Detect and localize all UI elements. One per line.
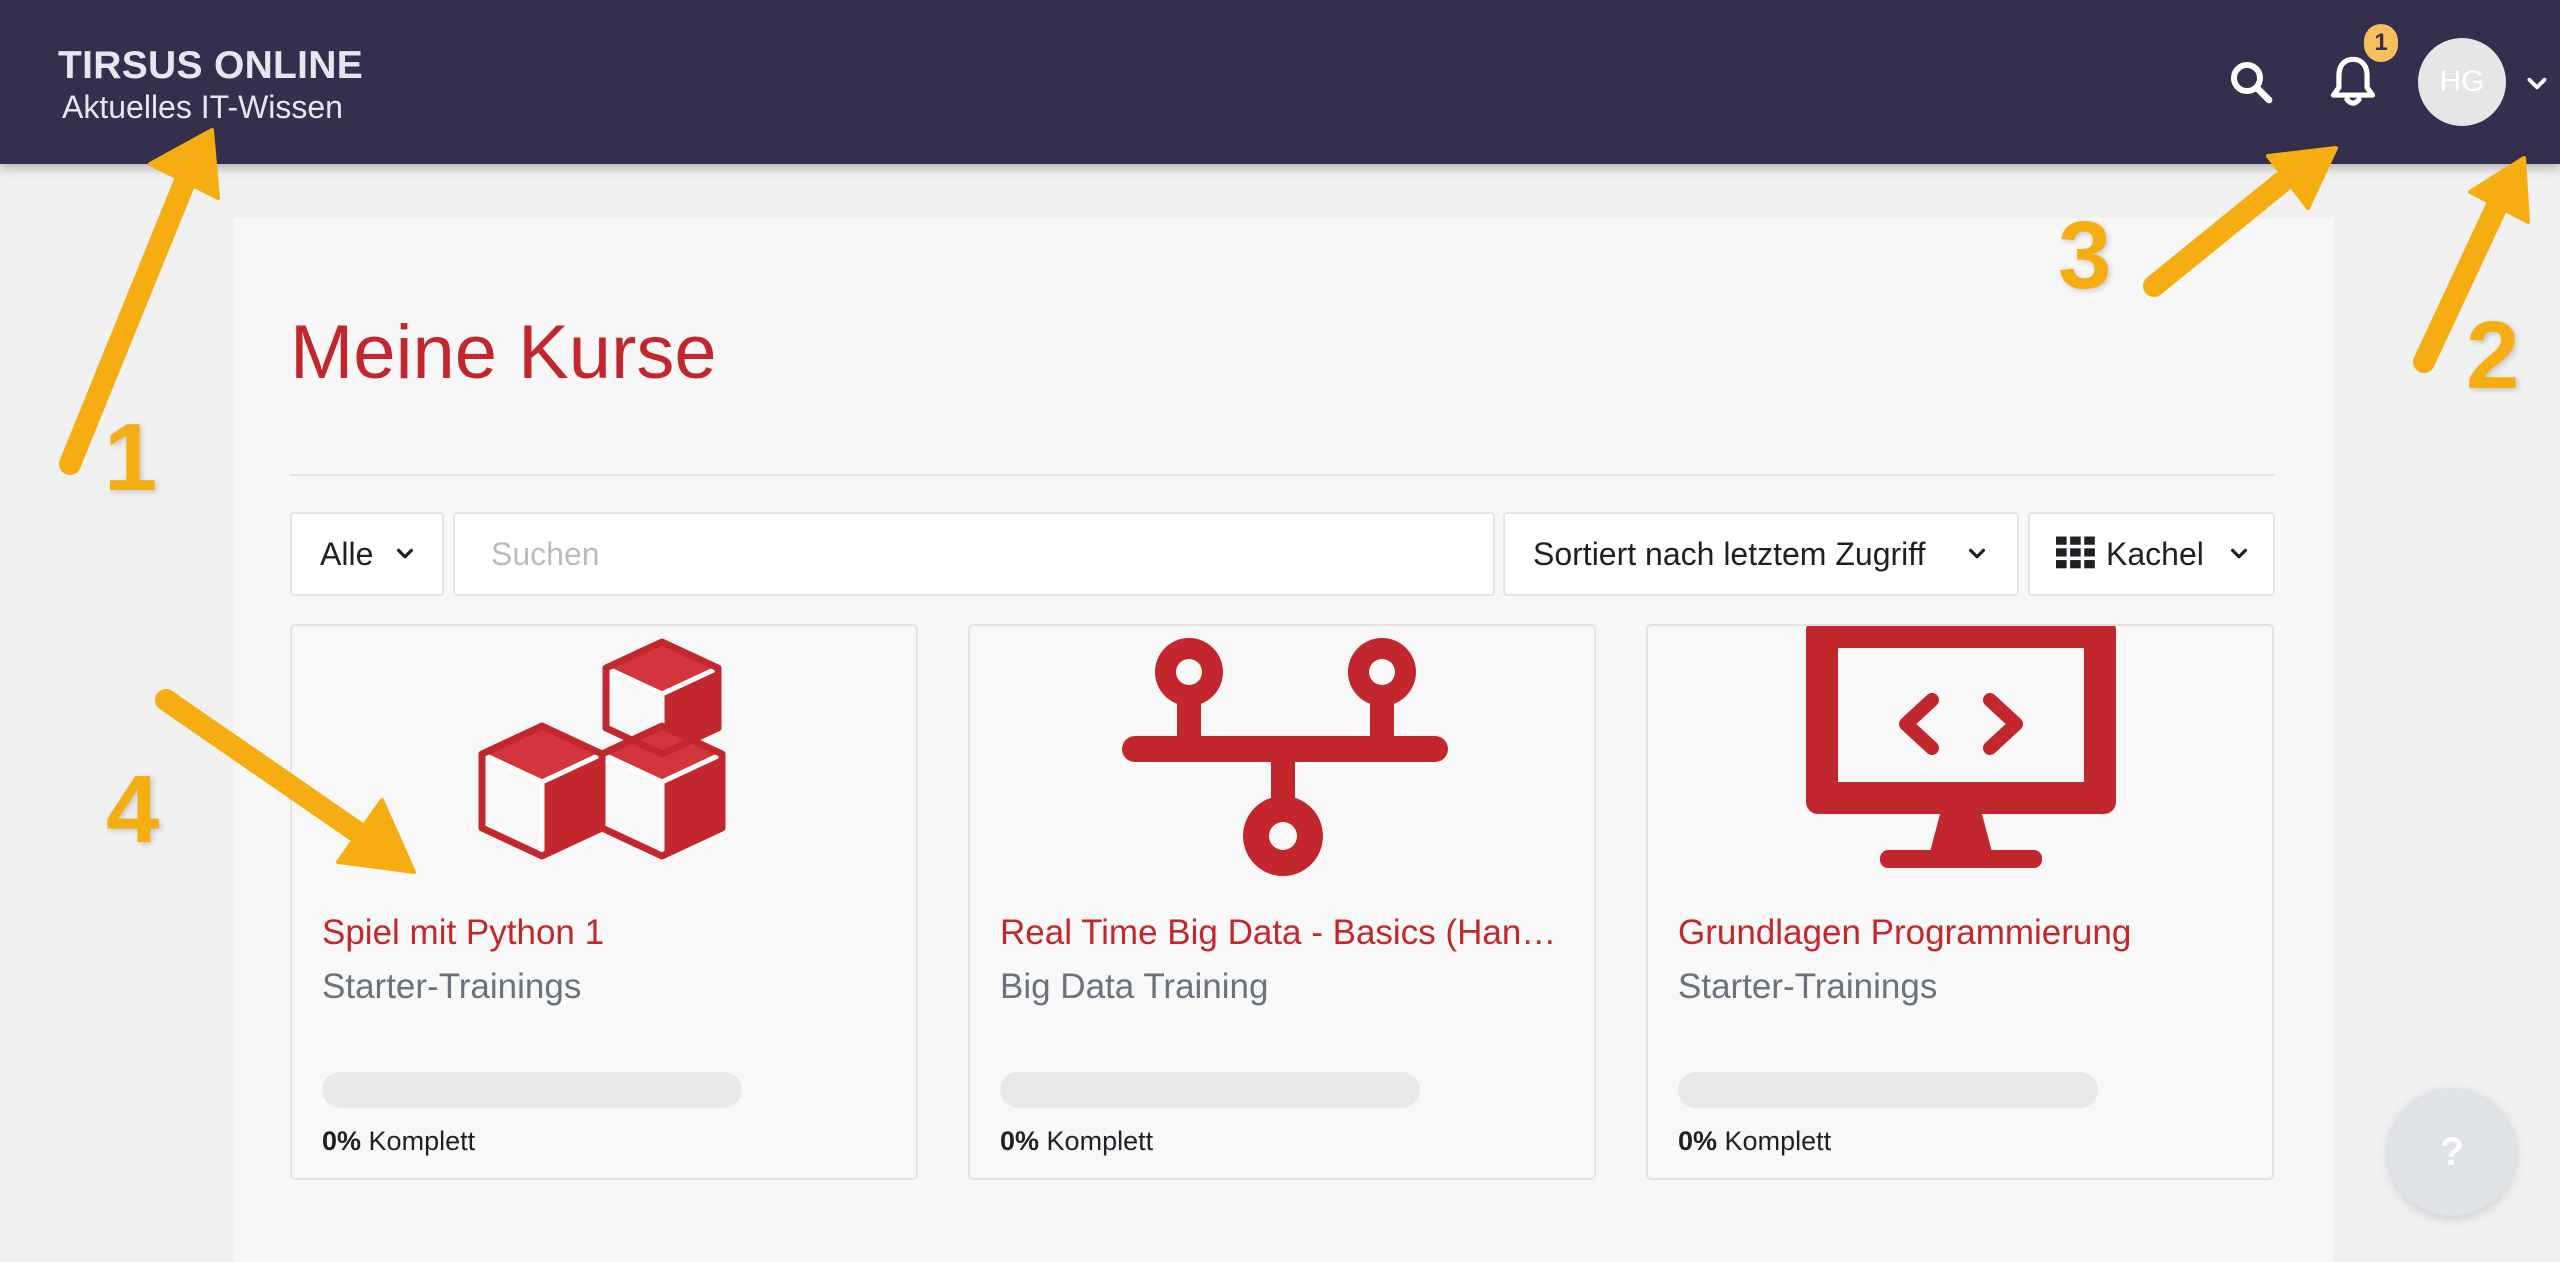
- notification-count-badge: 1: [2364, 24, 2398, 62]
- progress-label: Komplett: [368, 1126, 476, 1156]
- sort-label: Sortiert nach letztem Zugriff: [1533, 536, 1926, 572]
- progress-percent: 0%: [1000, 1126, 1040, 1156]
- course-card[interactable]: Grundlagen Programmierung Starter-Traini…: [1646, 624, 2274, 1180]
- annotation-number-4: 4: [106, 756, 160, 863]
- progress-text: 0% Komplett: [1000, 1124, 1153, 1158]
- progress-text: 0% Komplett: [1678, 1124, 1831, 1158]
- course-filter-dropdown[interactable]: Alle: [290, 512, 444, 596]
- brand-subtitle: Aktuelles IT-Wissen: [62, 89, 343, 125]
- course-title-link[interactable]: Spiel mit Python 1: [322, 908, 886, 958]
- course-card[interactable]: Spiel mit Python 1 Starter-Trainings 0% …: [290, 624, 918, 1180]
- page-title: Meine Kurse: [290, 310, 717, 395]
- help-button[interactable]: ?: [2388, 1088, 2516, 1216]
- top-navbar: TIRSUS ONLINE Aktuelles IT-Wissen 1 HG: [0, 0, 2560, 164]
- progress-label: Komplett: [1046, 1126, 1154, 1156]
- annotation-number-2: 2: [2466, 302, 2520, 409]
- view-mode-dropdown[interactable]: Kachel: [2028, 512, 2275, 596]
- chevron-down-icon: [2230, 548, 2248, 559]
- course-progress-bar: [322, 1072, 742, 1108]
- annotation-number-3: 3: [2058, 202, 2112, 309]
- course-title-link[interactable]: Grundlagen Programmierung: [1678, 908, 2242, 958]
- course-card[interactable]: Real Time Big Data - Basics (Hands on) B…: [968, 624, 1596, 1180]
- annotation-number-1: 1: [104, 404, 158, 511]
- cubes-icon[interactable]: [292, 626, 916, 886]
- chevron-down-icon: [1968, 548, 1986, 559]
- course-category: Starter-Trainings: [1678, 967, 1938, 1006]
- progress-percent: 0%: [322, 1126, 362, 1156]
- user-avatar[interactable]: HG: [2418, 38, 2506, 126]
- sort-dropdown[interactable]: Sortiert nach letztem Zugriff: [1503, 512, 2019, 596]
- course-title-link[interactable]: Real Time Big Data - Basics (Hands on): [1000, 908, 1564, 958]
- course-progress-bar: [1678, 1072, 2098, 1108]
- filter-label: Alle: [320, 536, 374, 572]
- course-search-input[interactable]: [453, 512, 1495, 596]
- course-progress-bar: [1000, 1072, 1420, 1108]
- monitor-code-icon[interactable]: [1648, 626, 2272, 886]
- progress-label: Komplett: [1724, 1126, 1832, 1156]
- chevron-down-icon: [396, 548, 414, 559]
- site-brand-link[interactable]: TIRSUS ONLINE Aktuelles IT-Wissen: [58, 44, 363, 126]
- bell-icon[interactable]: [2327, 52, 2379, 110]
- chevron-down-icon[interactable]: [2524, 70, 2550, 96]
- search-icon[interactable]: [2227, 58, 2275, 106]
- course-category: Big Data Training: [1000, 967, 1269, 1006]
- view-label: Kachel: [2106, 536, 2204, 572]
- network-icon[interactable]: [970, 626, 1594, 886]
- progress-percent: 0%: [1678, 1126, 1718, 1156]
- progress-text: 0% Komplett: [322, 1124, 475, 1158]
- grid-icon: [2056, 536, 2095, 569]
- course-category: Starter-Trainings: [322, 967, 582, 1006]
- brand-title: TIRSUS ONLINE: [58, 44, 364, 87]
- title-divider: [290, 474, 2275, 476]
